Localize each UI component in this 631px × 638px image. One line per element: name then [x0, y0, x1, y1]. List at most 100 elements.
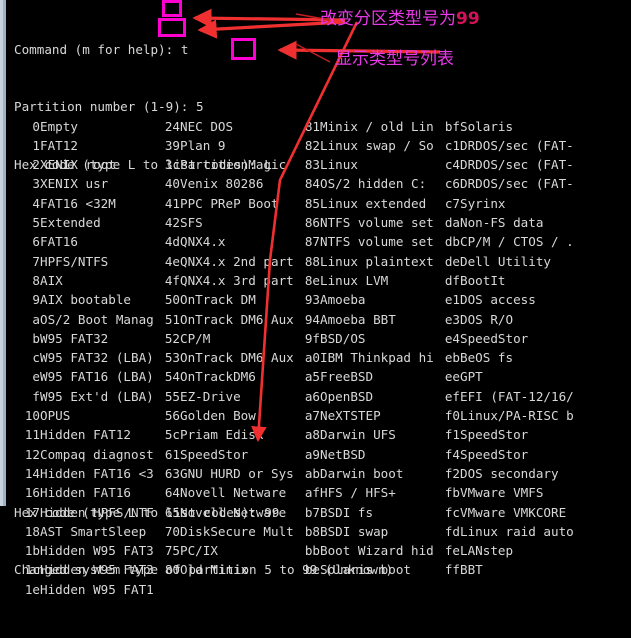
partition-type-name: QNX4.x 3rd part: [180, 272, 294, 288]
terminal-screen[interactable]: Command (m for help): t Partition number…: [6, 0, 631, 597]
highlight-list-l: [231, 38, 256, 60]
partition-type-code: 9: [32, 292, 40, 308]
partition-type-code: fc: [444, 504, 460, 520]
footer-line-hex-code: Hex code (type L to list codes): 99: [14, 503, 393, 522]
table-row: 2 XENIX root 3c PartitionMagic 83 Linux c4 DRDO…: [14, 155, 574, 174]
partition-type-name: DOS access: [460, 292, 536, 308]
partition-type-name: DRDOS/sec (FAT-: [460, 157, 574, 173]
partition-type-name: PPC PReP Boot: [180, 195, 279, 211]
table-row: 4 FAT16 <32M 41 PPC PReP Boot 85 Linux extend…: [14, 194, 574, 213]
partition-type-name: NTFS volume set: [320, 234, 434, 250]
partition-type-name: OnTrack DM6 Aux: [180, 311, 294, 327]
partition-type-code: c: [32, 350, 40, 366]
partition-type-name: Linux: [320, 157, 358, 173]
partition-type-code: df: [444, 272, 460, 288]
table-row: 7 HPFS/NTFS 4e QNX4.x 2nd part 88 Linux plain…: [14, 252, 574, 271]
partition-type-code: 87: [304, 234, 320, 250]
partition-type-code: 52: [164, 330, 180, 346]
annotation-change-partition-type: 改变分区类型号为99: [320, 9, 480, 29]
partition-type-code: 82: [304, 137, 320, 153]
table-row: 11 Hidden FAT12 5c Priam Edisk a8 Darwin UFS f…: [14, 425, 574, 444]
table-row: 8 AIX 4f QNX4.x 3rd part 8e Linux LVM df BootIt: [14, 271, 574, 290]
partition-type-code: fe: [444, 543, 460, 559]
partition-type-code: e3: [444, 311, 460, 327]
partition-type-code: 42: [164, 215, 180, 231]
partition-type-name: GPT: [460, 369, 483, 385]
partition-type-name: FreeBSD: [320, 369, 374, 385]
partition-type-code: 50: [164, 292, 180, 308]
partition-type-name: W95 Ext'd (LBA): [40, 388, 154, 404]
partition-type-name: Darwin UFS: [320, 427, 396, 443]
partition-type-name: FAT12: [40, 137, 78, 153]
table-row: e W95 FAT16 (LBA) 54 OnTrackDM6 a5 FreeBSD ee G…: [14, 367, 574, 386]
prompt-value-command: t: [180, 41, 189, 57]
table-row: 12 Compaq diagnost 61 SpeedStor a9 NetBSD f4 Sp…: [14, 445, 574, 464]
partition-type-code: 7: [32, 253, 40, 269]
partition-type-code: 12: [24, 446, 40, 462]
partition-type-code: a7: [304, 408, 320, 424]
partition-type-name: Empty: [40, 118, 78, 134]
partition-type-code: db: [444, 234, 460, 250]
partition-type-code: f1: [444, 427, 460, 443]
partition-type-code: 94: [304, 311, 320, 327]
partition-type-code: 41: [164, 195, 180, 211]
partition-type-name: EFI (FAT-12/16/: [460, 388, 574, 404]
footer-label-result: Changed system type of partition 5 to 99…: [14, 562, 394, 578]
partition-type-name: PartitionMagic: [180, 157, 287, 173]
partition-type-code: f4: [444, 446, 460, 462]
partition-type-code: 81: [304, 118, 320, 134]
partition-type-code: ff: [444, 562, 460, 578]
partition-type-code: 4d: [164, 234, 180, 250]
partition-type-name: Golden Bow: [180, 408, 256, 424]
table-row: 0 Empty 24 NEC DOS 81 Minix / old Lin bf Solari…: [14, 117, 574, 136]
partition-type-code: ef: [444, 388, 460, 404]
partition-type-name: NEC DOS: [180, 118, 234, 134]
partition-type-name: Priam Edisk: [180, 427, 264, 443]
partition-type-code: 8: [32, 272, 40, 288]
partition-type-code: 8e: [304, 272, 320, 288]
partition-type-name: W95 FAT32: [40, 330, 109, 346]
table-row: c W95 FAT32 (LBA) 53 OnTrack DM6 Aux a0 IBM T…: [14, 348, 574, 367]
partition-type-code: a0: [304, 350, 320, 366]
partition-type-name: NetBSD: [320, 446, 366, 462]
partition-type-code: bf: [444, 118, 460, 134]
partition-type-name: HPFS/NTFS: [40, 253, 109, 269]
partition-type-name: XENIX usr: [40, 176, 109, 192]
partition-type-code: a9: [304, 446, 320, 462]
partition-type-name: Minix / old Lin: [320, 118, 434, 134]
annotation-list-text: 显示类型号列表: [335, 49, 454, 69]
partition-type-code: 39: [164, 137, 180, 153]
partition-type-code: da: [444, 215, 460, 231]
partition-type-code: 3: [32, 176, 40, 192]
annotation-list-types: 显示类型号列表: [335, 49, 454, 69]
partition-type-name: W95 FAT16 (LBA): [40, 369, 154, 385]
partition-type-code: 55: [164, 388, 180, 404]
partition-type-code: a6: [304, 388, 320, 404]
partition-type-code: 3c: [164, 157, 180, 173]
partition-type-name: DRDOS/sec (FAT-: [460, 137, 574, 153]
partition-type-name: SpeedStor: [460, 427, 529, 443]
partition-type-code: a8: [304, 427, 320, 443]
table-row: 6 FAT16 4d QNX4.x 87 NTFS volume set db CP/M / …: [14, 232, 574, 251]
partition-type-code: c6: [444, 176, 460, 192]
footer-value-hex-code: 99: [264, 504, 280, 520]
partition-type-name: [460, 580, 574, 599]
partition-type-name: DOS secondary: [460, 465, 559, 481]
partition-type-code: 1: [32, 137, 40, 153]
partition-type-code: 2: [32, 157, 40, 173]
partition-type-code: 4f: [164, 272, 180, 288]
partition-type-name: QNX4.x: [180, 234, 226, 250]
partition-type-name: OnTrack DM: [180, 292, 256, 308]
partition-type-name: OnTrackDM6: [180, 369, 256, 385]
footer-label-hex-code: Hex code (type L to list codes):: [14, 504, 265, 520]
footer-line-result: Changed system type of partition 5 to 99…: [14, 560, 393, 579]
partition-type-name: BeOS fs: [460, 350, 514, 366]
partition-type-code: 85: [304, 195, 320, 211]
partition-type-name: VMware VMKCORE: [460, 504, 567, 520]
table-row: 3 XENIX usr 40 Venix 80286 84 OS/2 hidden C: c…: [14, 174, 574, 193]
partition-type-name: FAT16: [40, 234, 78, 250]
partition-type-code: 0: [32, 118, 40, 134]
partition-type-name: Linux/PA-RISC b: [460, 408, 574, 424]
partition-type-code: 84: [304, 176, 320, 192]
partition-type-code: fd: [444, 523, 460, 539]
